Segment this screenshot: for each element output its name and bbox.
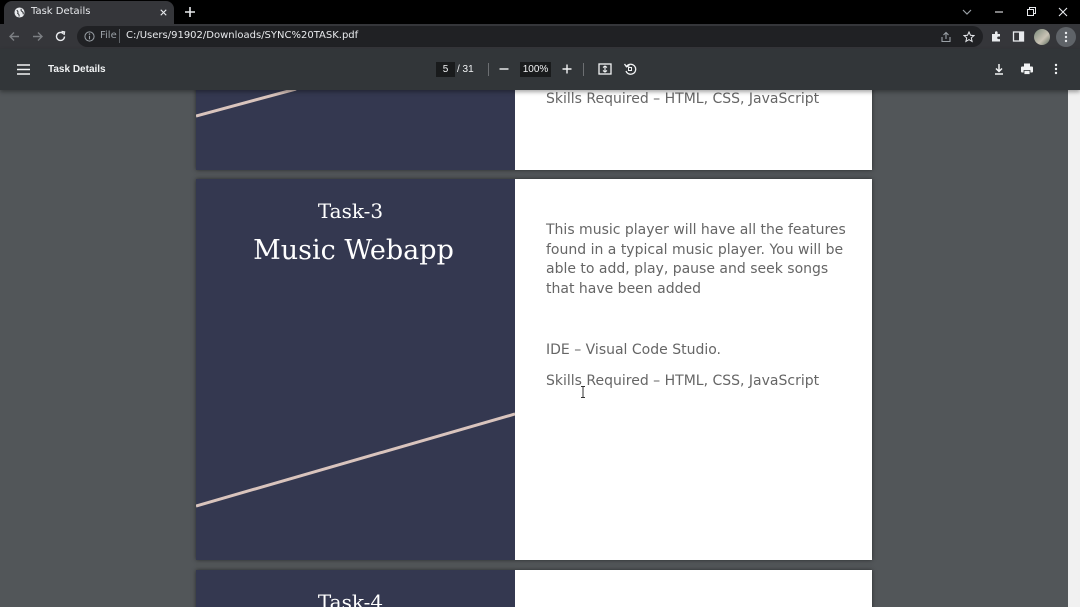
back-arrow-icon[interactable] — [8, 30, 21, 43]
fit-to-page-icon[interactable] — [598, 62, 612, 76]
address-bar[interactable]: File C:/Users/91902/Downloads/SYNC%20TAS… — [77, 26, 983, 47]
tab-strip: Task Details — [0, 0, 1080, 24]
zoom-in-icon[interactable] — [561, 63, 573, 75]
pdf-viewer[interactable]: Skills Required – HTML, CSS, JavaScript … — [0, 90, 1080, 607]
toolbar-divider — [488, 63, 489, 76]
toolbar-divider — [583, 63, 584, 76]
window-close-icon[interactable] — [1056, 5, 1070, 19]
page-left-panel: Task-4 — [196, 570, 515, 607]
restore-icon[interactable] — [1024, 5, 1038, 19]
url-separator — [119, 29, 120, 43]
skills-text: Skills Required – HTML, CSS, JavaScript — [546, 91, 820, 107]
extensions-puzzle-icon[interactable] — [990, 30, 1003, 43]
print-icon[interactable] — [1020, 62, 1034, 76]
pdf-page: Skills Required – HTML, CSS, JavaScript — [196, 90, 872, 170]
download-icon[interactable] — [992, 62, 1006, 76]
pdf-page: Task-4 — [196, 570, 872, 607]
close-icon[interactable] — [158, 7, 169, 18]
more-vertical-icon[interactable] — [1049, 62, 1063, 76]
zoom-out-icon[interactable] — [498, 63, 510, 75]
page-left-panel: Task-3 Music Webapp — [196, 179, 515, 560]
document-title: Task Details — [48, 64, 106, 75]
forward-arrow-icon[interactable] — [31, 30, 44, 43]
page-total: / 31 — [457, 64, 474, 75]
side-panel-icon[interactable] — [1012, 30, 1025, 43]
pdf-page: Task-3 Music Webapp This music player wi… — [196, 179, 872, 560]
rotate-icon[interactable] — [623, 62, 637, 76]
minimize-icon[interactable] — [992, 5, 1006, 19]
url-scheme-label: File — [100, 30, 117, 41]
zoom-level-input[interactable]: 100% — [520, 62, 551, 77]
browser-tab[interactable]: Task Details — [4, 1, 174, 24]
skills-text: Skills Required – HTML, CSS, JavaScript — [546, 373, 820, 389]
address-bar-row: File C:/Users/91902/Downloads/SYNC%20TAS… — [0, 24, 1080, 49]
hamburger-menu-icon[interactable] — [17, 64, 30, 75]
page-number-input[interactable]: 5 — [436, 62, 455, 77]
info-icon[interactable] — [84, 31, 95, 42]
chevron-down-icon[interactable] — [960, 5, 974, 19]
share-icon[interactable] — [940, 31, 952, 43]
scrollbar[interactable] — [1068, 90, 1080, 607]
task-number: Task-4 — [317, 590, 384, 607]
url-text[interactable]: C:/Users/91902/Downloads/SYNC%20TASK.pdf — [126, 30, 358, 41]
diagonal-line — [196, 90, 297, 118]
tab-title: Task Details — [31, 6, 91, 17]
star-icon[interactable] — [963, 31, 975, 43]
globe-icon — [14, 7, 25, 18]
more-vertical-icon — [1064, 31, 1068, 43]
browser-menu-button[interactable] — [1056, 27, 1076, 47]
reload-icon[interactable] — [54, 30, 67, 43]
pdf-toolbar: Task Details 5 / 31 100% — [0, 49, 1080, 90]
new-tab-icon[interactable] — [183, 5, 197, 19]
task-number: Task-3 — [317, 199, 384, 223]
task-name: Music Webapp — [253, 235, 454, 266]
profile-avatar[interactable] — [1034, 29, 1050, 45]
ide-text: IDE – Visual Code Studio. — [546, 342, 721, 358]
page-left-panel — [196, 90, 515, 170]
task-description: This music player will have all the feat… — [546, 222, 846, 297]
text-cursor-icon — [581, 386, 585, 398]
